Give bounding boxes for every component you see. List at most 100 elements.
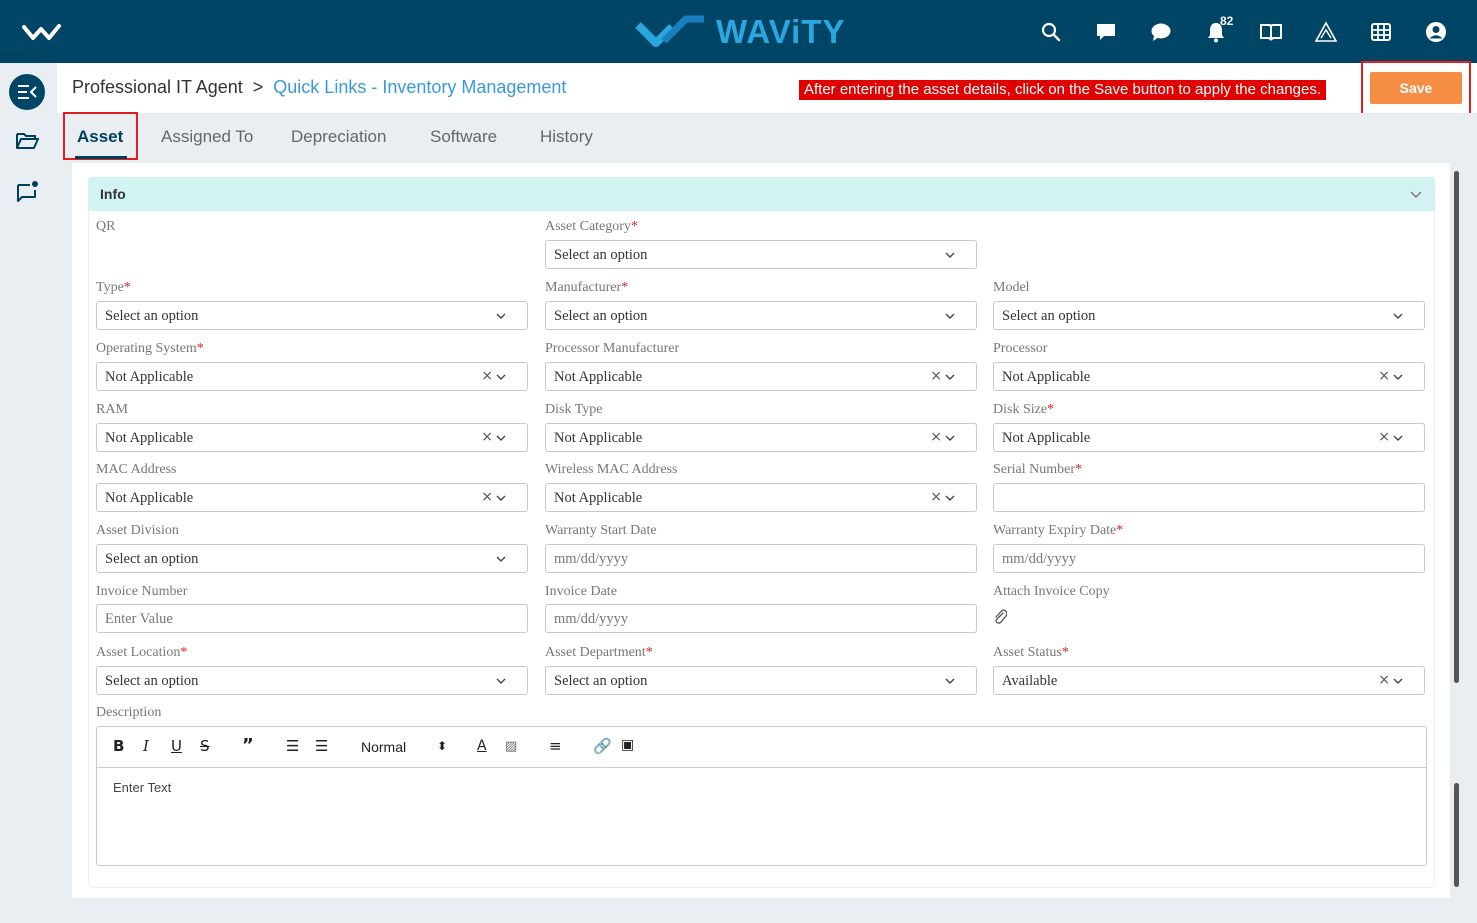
disk-size-select[interactable]: Not Applicable × (993, 423, 1425, 452)
clear-icon[interactable]: × (930, 368, 942, 384)
serial-number-input[interactable] (993, 483, 1425, 512)
messages-button[interactable] (1133, 16, 1188, 48)
chevron-down-icon (945, 313, 955, 319)
clear-icon[interactable]: × (481, 368, 493, 384)
brand-logo[interactable]: WAViTY (634, 12, 845, 52)
brand-name: WAViTY (716, 13, 846, 50)
sidebar-item-folders[interactable] (14, 128, 40, 154)
user-profile-button[interactable] (1408, 16, 1463, 48)
attach-invoice-label: Attach Invoice Copy (993, 584, 1110, 599)
ordered-list-button[interactable]: ☰ (286, 737, 299, 755)
tab-software[interactable]: Software (430, 127, 497, 147)
breadcrumb-current-link[interactable]: Quick Links - Inventory Management (273, 77, 566, 98)
asset-division-select[interactable]: Select an option (96, 544, 528, 573)
folder-icon (16, 133, 39, 149)
description-editor[interactable]: B I U S ” ☰ ☰ Normal ⬍ A ▨ ≡ 🔗 ▣ Enter T… (96, 726, 1427, 866)
type-select[interactable]: Select an option (96, 301, 528, 330)
operating-system-select[interactable]: Not Applicable × (96, 362, 528, 391)
link-button[interactable]: 🔗 (593, 737, 612, 755)
description-placeholder: Enter Text (113, 780, 172, 795)
apps-button[interactable] (1353, 16, 1408, 48)
underline-button[interactable]: U (171, 737, 182, 755)
disk-type-select[interactable]: Not Applicable × (545, 423, 977, 452)
bold-button[interactable]: B (113, 737, 124, 755)
chevron-down-icon (496, 374, 506, 380)
font-color-button[interactable]: A (477, 738, 487, 754)
triangle-logo-icon (1314, 21, 1337, 42)
scrollbar-thumb[interactable] (1454, 171, 1459, 683)
bottom-strip (0, 898, 1477, 923)
top-navigation-bar: WAViTY 82 (0, 0, 1477, 63)
clear-icon[interactable]: × (1378, 368, 1390, 384)
notifications-button[interactable]: 82 (1188, 14, 1243, 48)
clear-icon[interactable]: × (930, 429, 942, 445)
tab-assigned-to[interactable]: Assigned To (161, 127, 253, 147)
chat-icon (1096, 24, 1115, 40)
asset-department-select[interactable]: Select an option (545, 666, 977, 695)
clear-icon[interactable]: × (930, 489, 942, 505)
processor-manufacturer-select[interactable]: Not Applicable × (545, 362, 977, 391)
asset-division-label: Asset Division (96, 523, 179, 538)
heading-select[interactable]: Normal (361, 739, 406, 755)
brand-mark-icon (635, 15, 704, 47)
wireless-mac-label: Wireless MAC Address (545, 462, 678, 477)
image-button[interactable]: ▣ (621, 737, 634, 753)
bullet-list-button[interactable]: ☰ (315, 737, 328, 755)
search-icon (1041, 22, 1060, 42)
menu-logo-icon[interactable] (22, 21, 64, 43)
strike-button[interactable]: S (200, 737, 210, 755)
knowledge-base-button[interactable] (1243, 16, 1298, 48)
warranty-expiry-label: Warranty Expiry Date* (993, 523, 1124, 538)
chevron-down-icon (1393, 374, 1403, 380)
tab-depreciation[interactable]: Depreciation (291, 127, 386, 147)
asset-status-select[interactable]: Available × (993, 666, 1425, 695)
background-color-button[interactable]: ▨ (505, 739, 517, 754)
quote-button[interactable]: ” (242, 735, 254, 756)
manufacturer-select[interactable]: Select an option (545, 301, 977, 330)
wireless-mac-select[interactable]: Not Applicable × (545, 483, 977, 512)
tab-asset[interactable]: Asset (77, 127, 123, 147)
tab-history[interactable]: History (540, 127, 593, 147)
warranty-start-date-input[interactable]: mm/dd/yyyy (545, 544, 977, 573)
scrollbar-thumb-lower[interactable] (1454, 783, 1459, 887)
scrollbar[interactable] (1451, 163, 1463, 898)
asset-location-select[interactable]: Select an option (96, 666, 528, 695)
sidebar-toggle-button[interactable] (9, 74, 45, 110)
chevron-down-icon (496, 495, 506, 501)
asset-category-select[interactable]: Select an option (545, 240, 977, 269)
heading-select-arrow-icon[interactable]: ⬍ (437, 739, 447, 753)
clear-icon[interactable]: × (1378, 672, 1390, 688)
disk-size-label: Disk Size* (993, 402, 1055, 417)
clear-icon[interactable]: × (1378, 429, 1390, 445)
sidebar-item-feedback[interactable] (14, 179, 40, 205)
save-button[interactable]: Save (1370, 72, 1462, 104)
processor-select[interactable]: Not Applicable × (993, 362, 1425, 391)
chevron-down-icon (945, 678, 955, 684)
clear-icon[interactable]: × (481, 429, 493, 445)
italic-button[interactable]: I (143, 737, 149, 755)
invoice-date-input[interactable]: mm/dd/yyyy (545, 604, 977, 633)
processor-label: Processor (993, 341, 1048, 356)
mac-address-label: MAC Address (96, 462, 177, 477)
alerts-button[interactable] (1298, 16, 1353, 48)
ram-select[interactable]: Not Applicable × (96, 423, 528, 452)
invoice-number-input[interactable]: Enter Value (96, 604, 528, 633)
section-title: Info (100, 186, 126, 202)
chevron-down-icon (1393, 435, 1403, 441)
chevron-down-icon (1393, 678, 1403, 684)
clear-icon[interactable]: × (481, 489, 493, 505)
chevron-down-icon[interactable] (1409, 187, 1423, 201)
search-button[interactable] (1023, 16, 1078, 48)
chat-button[interactable] (1078, 16, 1133, 48)
breadcrumb-root[interactable]: Professional IT Agent (72, 77, 243, 98)
asset-location-label: Asset Location* (96, 645, 188, 660)
mac-address-select[interactable]: Not Applicable × (96, 483, 528, 512)
info-section-header[interactable]: Info (88, 177, 1435, 211)
paperclip-icon[interactable] (993, 609, 1007, 625)
model-select[interactable]: Select an option (993, 301, 1425, 330)
align-button[interactable]: ≡ (549, 737, 562, 755)
user-icon (1425, 22, 1446, 42)
active-tab-indicator (75, 156, 127, 159)
warranty-expiry-date-input[interactable]: mm/dd/yyyy (993, 544, 1425, 573)
book-icon (1259, 24, 1282, 41)
